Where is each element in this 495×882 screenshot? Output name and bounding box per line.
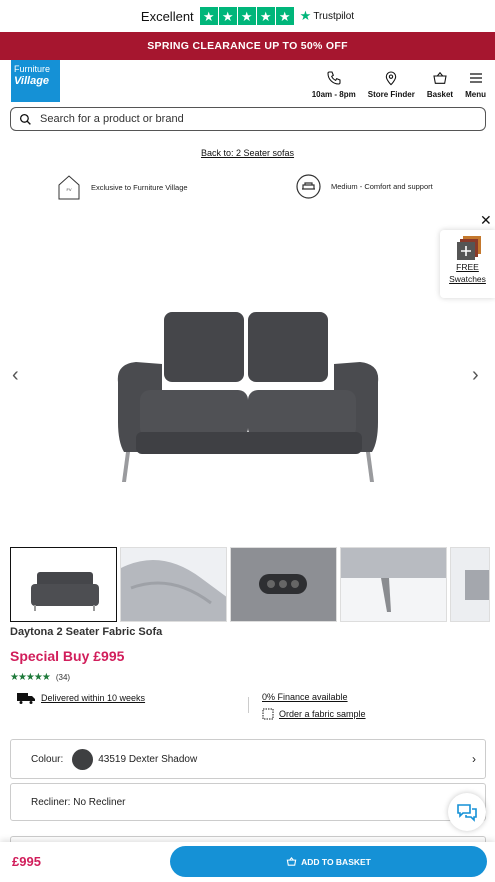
- logo-line1: Furniture: [14, 64, 51, 74]
- chevron-right-icon: ›: [472, 752, 476, 766]
- opening-hours-link[interactable]: 10am - 8pm: [312, 70, 356, 99]
- close-icon[interactable]: ✕: [480, 212, 492, 229]
- feature-comfort: Medium - Comfort and support: [296, 174, 433, 199]
- star-icon: ★: [237, 7, 256, 25]
- header-nav: 10am - 8pm Store Finder Basket Menu: [312, 70, 486, 99]
- furniture-village-logo[interactable]: Furniture Village: [11, 60, 60, 102]
- review-count: (34): [55, 673, 71, 682]
- thumbnail-leg-detail[interactable]: [340, 547, 447, 622]
- product-price: Special Buy £995: [10, 648, 125, 664]
- sticky-add-to-basket-bar: £995 ADD TO BASKET: [0, 842, 495, 882]
- trustpilot-bar[interactable]: Excellent ★ ★ ★ ★ ★ ★ Trustpilot: [0, 0, 495, 32]
- chat-bubbles-icon: [457, 804, 477, 822]
- thumbnail-recliner-button[interactable]: [230, 547, 337, 622]
- product-rating[interactable]: ★★★★★ (34): [10, 672, 70, 683]
- location-pin-icon: [386, 71, 397, 86]
- next-image-arrow[interactable]: ›: [472, 364, 479, 387]
- star-icon: ★: [256, 7, 275, 25]
- thumbnail-image: [259, 574, 307, 594]
- thumbnail-image: [341, 548, 446, 612]
- fabric-sample-text: Order a fabric sample: [279, 709, 366, 719]
- search-bar[interactable]: [10, 107, 486, 131]
- info-divider: [248, 697, 249, 713]
- finance-link[interactable]: 0% Finance available: [262, 692, 348, 702]
- thumbnail-image: [121, 560, 226, 621]
- product-name: Daytona 2 Seater Fabric Sofa: [10, 626, 163, 638]
- free-swatches-widget[interactable]: FREE Swatches: [440, 230, 495, 298]
- add-to-basket-button[interactable]: ADD TO BASKET: [170, 846, 487, 877]
- colour-swatch: [72, 748, 94, 770]
- basket-label: Basket: [426, 90, 454, 99]
- feature-comfort-text: Medium - Comfort and support: [331, 182, 433, 191]
- fabric-sample-link[interactable]: Order a fabric sample: [262, 708, 366, 720]
- delivery-truck-icon: [17, 693, 35, 704]
- thumbnail-side-view[interactable]: [450, 547, 490, 622]
- thumbnail-front-view[interactable]: [10, 547, 117, 622]
- basket-link[interactable]: Basket: [427, 70, 453, 99]
- recliner-value: Recliner: No Recliner: [31, 796, 126, 808]
- basket-icon: [286, 856, 297, 866]
- thumbnail-arm-detail[interactable]: [120, 547, 227, 622]
- trustpilot-rating-word: Excellent: [140, 8, 194, 24]
- trustpilot-brand: Trustpilot: [313, 10, 355, 22]
- comfort-icon: [296, 174, 321, 199]
- phone-icon: [327, 71, 341, 85]
- logo-line2: Village: [14, 75, 50, 87]
- delivery-info[interactable]: Delivered within 10 weeks: [17, 692, 145, 704]
- promo-banner[interactable]: SPRING CLEARANCE UP TO 50% OFF: [0, 32, 495, 60]
- search-input[interactable]: [40, 113, 440, 125]
- feature-exclusive-text: Exclusive to Furniture Village: [91, 182, 188, 192]
- colour-value: 43519 Dexter Shadow: [98, 753, 198, 765]
- rating-stars-icon: ★★★★★: [10, 672, 51, 683]
- store-finder-label: Store Finder: [367, 90, 415, 99]
- opening-hours-label: 10am - 8pm: [311, 90, 356, 99]
- feature-exclusive: FV Exclusive to Furniture Village: [57, 174, 188, 200]
- recliner-selector[interactable]: Recliner: No Recliner: [10, 783, 486, 821]
- site-header: Furniture Village 10am - 8pm Store Finde…: [0, 60, 495, 104]
- prev-image-arrow[interactable]: ‹: [12, 364, 19, 387]
- trustpilot-stars: ★ ★ ★ ★ ★: [199, 7, 294, 25]
- feature-highlights: FV Exclusive to Furniture Village Medium…: [0, 174, 495, 200]
- menu-label: Menu: [465, 90, 486, 99]
- swatches-label: Swatches: [449, 273, 486, 284]
- trustpilot-logo: ★ Trustpilot: [300, 8, 354, 24]
- delivery-text: Delivered within 10 weeks: [41, 693, 146, 703]
- sticky-price: £995: [12, 854, 41, 869]
- colour-selector[interactable]: Colour: 43519 Dexter Shadow ›: [10, 739, 486, 779]
- trustpilot-star-icon: ★: [299, 8, 312, 23]
- star-icon: ★: [199, 7, 218, 25]
- menu-button[interactable]: Menu: [465, 70, 486, 99]
- search-icon: [19, 113, 31, 125]
- swatches-free-label: FREE: [456, 262, 479, 272]
- svg-text:FV: FV: [66, 187, 71, 192]
- back-link[interactable]: Back to: 2 Seater sofas: [0, 148, 495, 158]
- product-main-image: [117, 312, 379, 482]
- store-finder-link[interactable]: Store Finder: [368, 70, 415, 99]
- gallery-thumbnails: [10, 547, 490, 622]
- star-icon: ★: [275, 7, 294, 25]
- chat-button[interactable]: [448, 793, 486, 831]
- fabric-sample-icon: [262, 708, 274, 720]
- add-to-basket-label: ADD TO BASKET: [301, 856, 371, 867]
- swatch-stack-icon: [456, 236, 481, 260]
- basket-icon: [433, 71, 447, 84]
- star-icon: ★: [218, 7, 237, 25]
- thumbnail-image: [465, 570, 489, 600]
- house-icon: FV: [58, 175, 80, 200]
- colour-label: Colour:: [31, 753, 64, 765]
- thumbnail-image: [31, 572, 99, 611]
- hamburger-menu-icon: [469, 73, 482, 83]
